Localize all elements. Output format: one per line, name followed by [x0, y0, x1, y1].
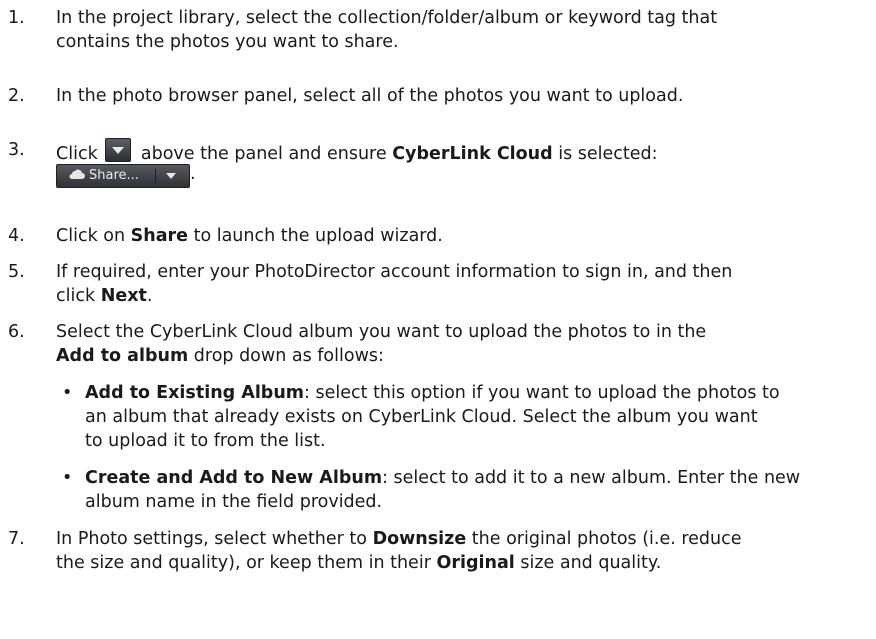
step-text-line: In Photo settings, select whether to Dow…: [56, 527, 868, 551]
step-text: the size and quality), or keep them in t…: [56, 553, 431, 573]
share-button[interactable]: Share...: [56, 164, 190, 188]
step-bold-text: Share: [130, 226, 189, 246]
bullet-dot: •: [62, 468, 73, 488]
step-text: above the panel and ensure: [140, 144, 387, 164]
bullet-bold-text: Add to Existing Album: [85, 383, 305, 403]
step-text: drop down as follows:: [193, 346, 384, 366]
step-text: is selected:: [558, 144, 658, 164]
step-text-line: Select the CyberLink Cloud album you wan…: [56, 322, 707, 342]
step-number: 6.: [8, 322, 25, 342]
step-text: Click on: [56, 226, 126, 246]
step-text: click: [56, 286, 96, 306]
bullet-text: : select this option if you want to uplo…: [304, 383, 780, 403]
dropdown-arrow-icon[interactable]: [105, 138, 132, 162]
step-text: In the photo browser panel, select all o…: [56, 86, 684, 106]
step-bold-text: CyberLink Cloud: [392, 144, 553, 164]
step-number: 1.: [8, 8, 25, 28]
bullet-dot: •: [62, 383, 73, 403]
step-text: size and quality.: [520, 553, 662, 573]
step-number: 3.: [8, 140, 25, 160]
step-3: 3. Click above the panel and ensure Cybe…: [0, 138, 876, 188]
step-text-line: click Next.: [56, 284, 868, 308]
step-bold-text: Original: [436, 553, 515, 573]
step-text: to launch the upload wizard.: [193, 226, 443, 246]
step-text-line: contains the photos you want to share.: [56, 32, 399, 52]
step-bold-text: Downsize: [372, 529, 467, 549]
cloud-icon: [69, 167, 85, 189]
step-text: .: [190, 164, 196, 184]
bullet-text-line: Add to Existing Album: select this optio…: [85, 381, 868, 405]
step-text-line: Add to album drop down as follows:: [56, 344, 868, 368]
step-text: .: [146, 286, 153, 306]
step-text: Click: [56, 144, 98, 164]
step-text-line: If required, enter your PhotoDirector ac…: [56, 262, 733, 282]
step-number: 4.: [8, 226, 25, 246]
step-number: 5.: [8, 262, 25, 282]
chevron-down-icon[interactable]: [166, 173, 176, 179]
bullet-text-line: Create and Add to New Album: select to a…: [85, 466, 868, 490]
share-button-label: Share...: [89, 168, 139, 183]
step-text-line: the size and quality), or keep them in t…: [56, 551, 868, 575]
step-bold-text: Next: [100, 286, 147, 306]
bullet-text-line: album name in the field provided.: [85, 492, 383, 512]
bullet-text: : select to add it to a new album. Enter…: [382, 468, 801, 488]
button-divider: [155, 169, 156, 183]
bullet-text-line: to upload it to from the list.: [85, 431, 326, 451]
step-number: 2.: [8, 86, 25, 106]
step-bold-text: Add to album: [56, 346, 189, 366]
bullet-text-line: an album that already exists on CyberLin…: [85, 407, 758, 427]
bullet-bold-text: Create and Add to New Album: [85, 468, 383, 488]
step-number: 7.: [8, 529, 25, 549]
step-text: In Photo settings, select whether to: [56, 529, 367, 549]
step-text: the original photos (i.e. reduce: [471, 529, 742, 549]
step-text-line: In the project library, select the colle…: [56, 8, 718, 28]
